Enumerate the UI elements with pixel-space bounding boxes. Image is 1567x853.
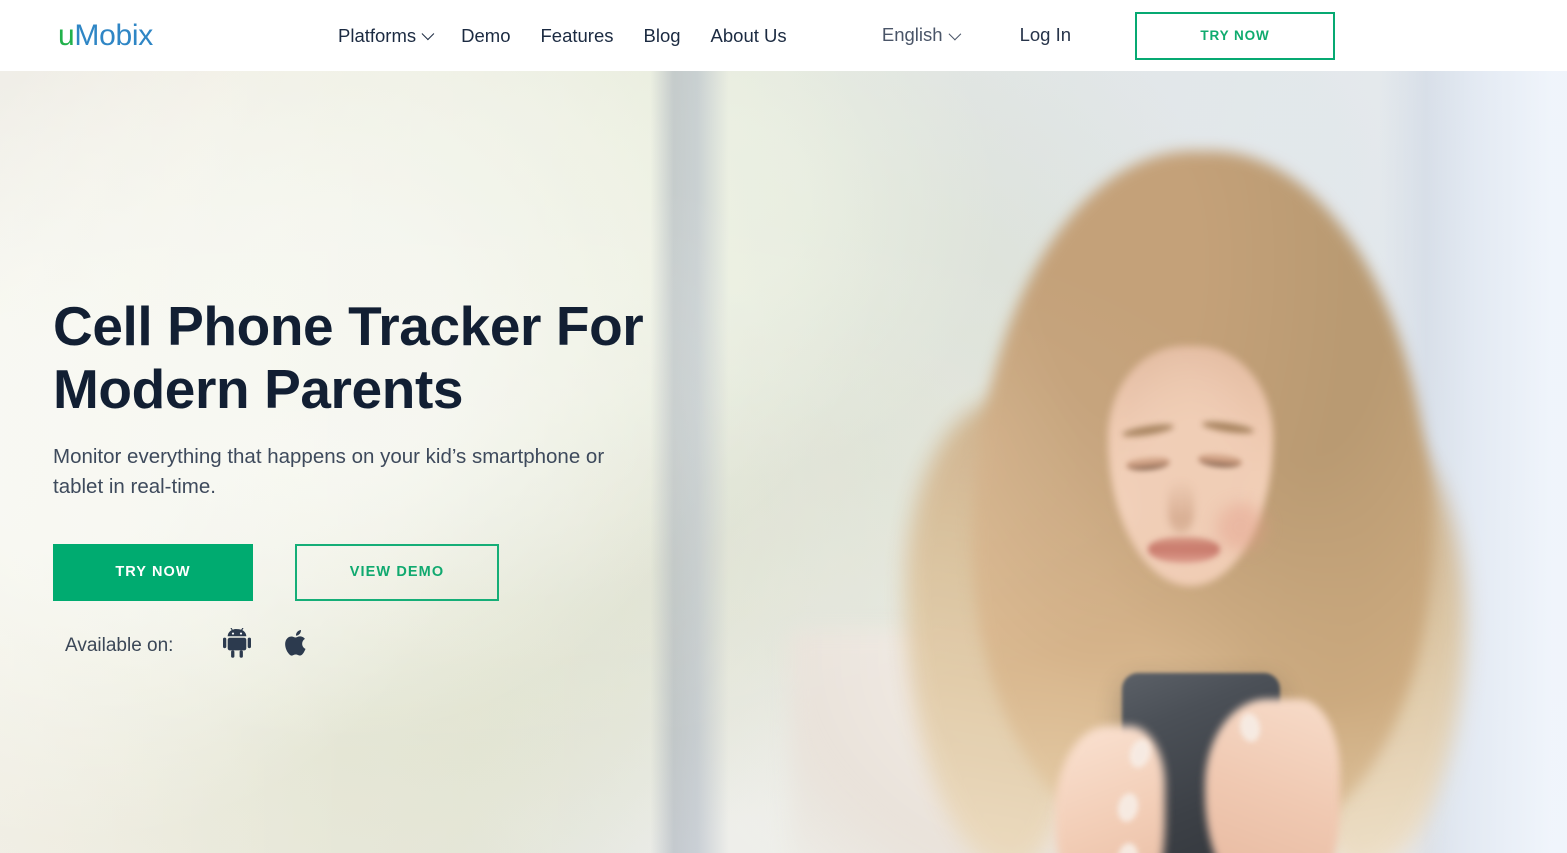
chevron-down-icon [948,27,961,41]
hero-try-now-button[interactable]: TRY NOW [53,543,253,601]
available-on-label: Available on: [65,634,174,656]
brand-logo[interactable]: uMobix [58,18,153,52]
hero-title: Cell Phone Tracker For Modern Parents [53,295,644,420]
apple-icon[interactable] [285,628,310,663]
nav-item-features-label: Features [540,24,614,46]
page-root: uMobix Platforms Demo Features Blog Abou… [0,0,1567,853]
hero-subtitle: Monitor everything that happens on your … [53,445,605,499]
language-selector-value: English [881,24,943,46]
header-actions: English Log In TRY NOW [881,11,1567,60]
android-icon[interactable] [223,627,252,663]
hero-section: Cell Phone Tracker For Modern Parents Mo… [0,71,1567,853]
main-navigation: Platforms Demo Features Blog About Us [338,26,787,45]
nav-item-blog-label: Blog [643,24,681,46]
brand-logo-mobix: Mobix [74,18,153,52]
subject-lips [1148,537,1220,563]
nav-item-demo[interactable]: Demo [461,26,510,45]
language-selector[interactable]: English [881,24,961,46]
available-platforms: Available on: [53,627,713,663]
nav-item-platforms[interactable]: Platforms [338,24,435,46]
nav-item-blog[interactable]: Blog [644,26,681,45]
site-header: uMobix Platforms Demo Features Blog Abou… [0,0,1567,71]
nav-item-demo-label: Demo [461,24,511,46]
hero-cta-row: TRY NOW VIEW DEMO [53,543,713,601]
hero-view-demo-button[interactable]: VIEW DEMO [295,543,499,601]
subject-nose [1168,479,1194,533]
nav-item-platforms-label: Platforms [338,24,417,46]
subject-hand-right [1205,699,1340,853]
chevron-down-icon [421,27,435,41]
nav-item-features[interactable]: Features [541,26,614,45]
nav-item-about-us[interactable]: About Us [711,26,787,45]
nav-item-about-us-label: About Us [710,24,787,46]
hero-copy: Cell Phone Tracker For Modern Parents Mo… [53,295,713,663]
login-link[interactable]: Log In [1020,26,1071,45]
header-try-now-button[interactable]: TRY NOW [1135,11,1335,60]
brand-logo-u: u [58,18,75,52]
